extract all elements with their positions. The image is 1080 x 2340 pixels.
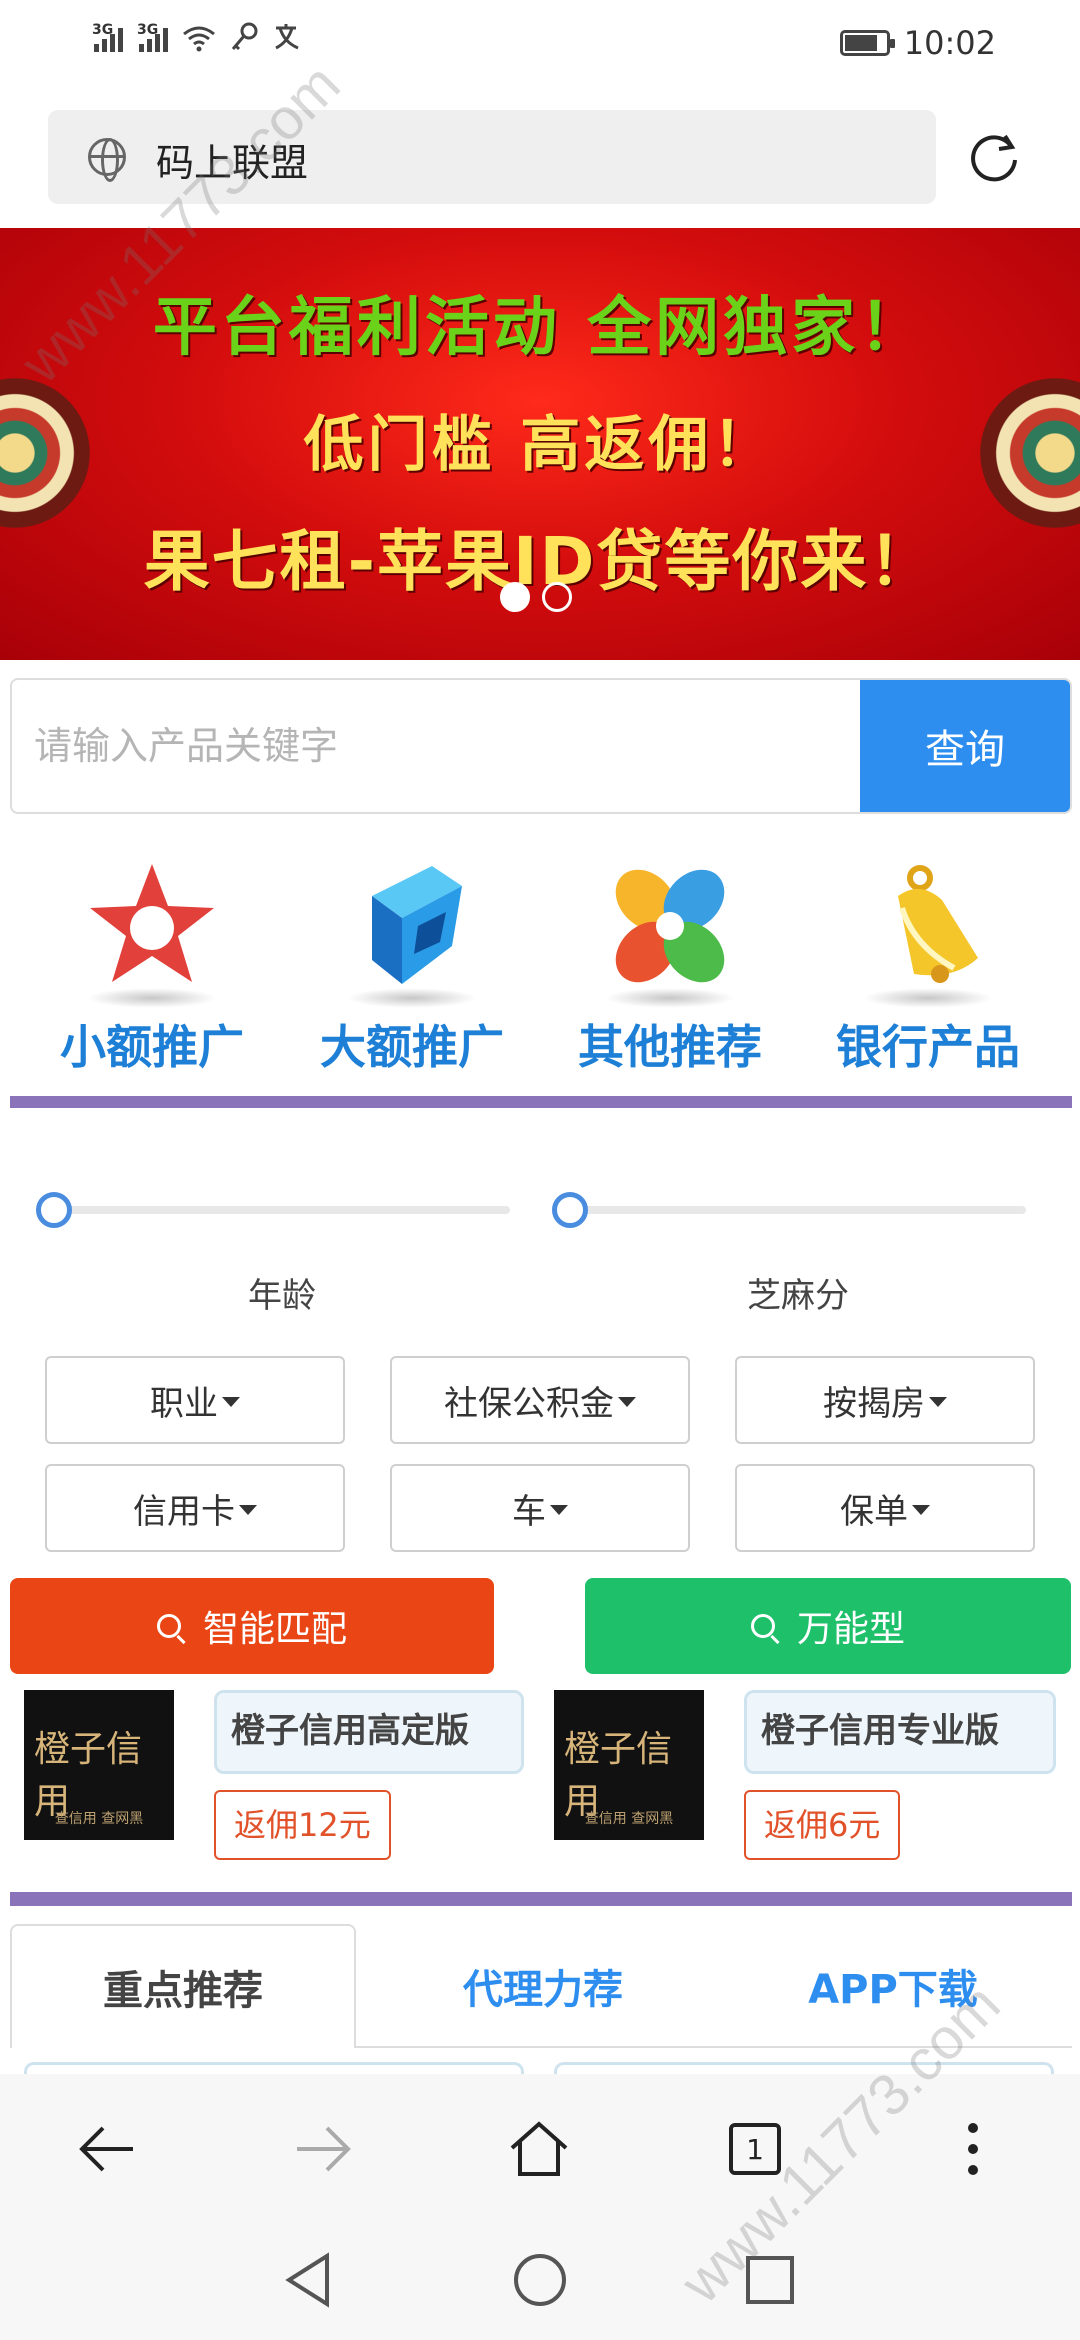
- credit-card-dropdown[interactable]: 信用卡: [45, 1464, 345, 1552]
- banner-subheadline: 低门槛 高返佣！: [303, 410, 777, 480]
- tab-featured[interactable]: 重点推荐: [10, 1924, 356, 2048]
- system-navigation-bar: [0, 2224, 1080, 2340]
- smart-match-button[interactable]: 智能匹配: [10, 1578, 494, 1674]
- category-label: 大额推广: [320, 1020, 504, 1074]
- age-slider[interactable]: [36, 1192, 510, 1228]
- wifi-icon: [183, 26, 215, 52]
- category-bank-products[interactable]: 银行产品: [798, 826, 1058, 1088]
- section-divider: [10, 1892, 1072, 1906]
- status-left-icons: 3G 3G: [92, 22, 302, 52]
- battery-icon: [839, 30, 895, 56]
- golden-bell-icon: [898, 865, 978, 983]
- caret-down-icon: [929, 1397, 947, 1407]
- caret-down-icon: [618, 1397, 636, 1407]
- product-logo-subtext: 查信用 查网黑: [584, 1811, 674, 1827]
- system-home-button[interactable]: [510, 2250, 570, 2310]
- product-rebate[interactable]: 返佣12元: [214, 1790, 391, 1860]
- dropdown-label: 按揭房: [823, 1383, 925, 1424]
- sesame-score-slider-handle[interactable]: [552, 1192, 588, 1228]
- search-icon: [156, 1614, 181, 1638]
- universal-match-button[interactable]: 万能型: [585, 1578, 1071, 1674]
- product-name[interactable]: 橙子信用高定版: [214, 1690, 524, 1774]
- signal-icon: 3G: [92, 22, 123, 52]
- promo-banner[interactable]: 平台福利活动 全网独家！ 低门槛 高返佣！ 果七租-苹果ID贷等你来！: [0, 228, 1080, 660]
- category-grid: 小额推广 大额推广 其他推荐 银行产品: [0, 826, 1080, 1088]
- caret-down-icon: [550, 1505, 568, 1515]
- status-right: 10:02: [839, 24, 996, 62]
- blue-cube-icon: [372, 866, 462, 984]
- search-button[interactable]: 查询: [860, 680, 1070, 812]
- home-icon: [510, 2121, 568, 2176]
- back-arrow-icon: [79, 2126, 133, 2172]
- category-label: 银行产品: [836, 1020, 1020, 1074]
- tab-app-download[interactable]: APP下载: [720, 1924, 1066, 2048]
- sesame-score-slider[interactable]: [552, 1192, 1026, 1228]
- category-large-loans[interactable]: 大额推广: [282, 826, 542, 1088]
- dropdown-label: 保单: [840, 1491, 908, 1532]
- dropdown-label: 信用卡: [133, 1491, 235, 1532]
- insurance-policy-dropdown[interactable]: 保单: [735, 1464, 1035, 1552]
- reload-button[interactable]: [965, 128, 1023, 186]
- category-other[interactable]: 其他推荐: [540, 826, 800, 1088]
- forward-button[interactable]: [288, 2114, 358, 2184]
- product-rebate[interactable]: 返佣6元: [744, 1790, 901, 1860]
- back-button[interactable]: [72, 2114, 142, 2184]
- product-name[interactable]: 橙子信用专业版: [744, 1690, 1056, 1774]
- product-logo[interactable]: 橙子信用 查信用 查网黑: [554, 1690, 704, 1840]
- tab-count: 1: [746, 2132, 764, 2166]
- category-small-loans[interactable]: 小额推广: [22, 826, 282, 1088]
- banner-headline: 平台福利活动 全网独家！: [152, 291, 928, 365]
- product-logo[interactable]: 橙子信用 查信用 查网黑: [24, 1690, 174, 1840]
- carousel-dot-active[interactable]: [500, 582, 530, 612]
- caret-down-icon: [239, 1505, 257, 1515]
- age-slider-handle[interactable]: [36, 1192, 72, 1228]
- caret-down-icon: [222, 1397, 240, 1407]
- mortgage-dropdown[interactable]: 按揭房: [735, 1356, 1035, 1444]
- colorful-flower-icon: [615, 869, 725, 983]
- dropdown-label: 车: [512, 1491, 546, 1532]
- search-input[interactable]: [12, 680, 864, 812]
- social-security-dropdown[interactable]: 社保公积金: [390, 1356, 690, 1444]
- age-label: 年龄: [248, 1276, 316, 1316]
- more-menu-button[interactable]: [938, 2114, 1008, 2184]
- more-vertical-icon: [968, 2123, 978, 2175]
- network-type-1: 3G: [92, 22, 114, 38]
- carousel-indicator: [500, 582, 572, 612]
- translate-icon: [275, 24, 299, 50]
- nav-home-icon: [514, 2254, 566, 2306]
- forward-arrow-icon: [297, 2126, 351, 2172]
- universal-match-label: 万能型: [796, 1609, 905, 1650]
- clock: 10:02: [903, 24, 996, 62]
- key-icon: [231, 22, 258, 51]
- caret-down-icon: [912, 1505, 930, 1515]
- section-divider: [10, 1096, 1072, 1108]
- home-button[interactable]: [504, 2114, 574, 2184]
- globe-icon: [88, 138, 126, 182]
- tab-agent-picks[interactable]: 代理力荐: [370, 1924, 716, 2048]
- search-icon: [750, 1614, 775, 1638]
- dropdown-label: 职业: [150, 1383, 218, 1424]
- status-bar: 3G 3G 10:02: [0, 0, 1080, 90]
- dropdown-label: 社保公积金: [444, 1383, 614, 1424]
- category-label: 其他推荐: [578, 1020, 762, 1074]
- carousel-dot[interactable]: [542, 582, 572, 612]
- product-logo-subtext: 查信用 查网黑: [54, 1811, 144, 1827]
- product-search: 查询: [10, 678, 1072, 814]
- reload-icon: [971, 134, 1017, 182]
- network-type-2: 3G: [137, 22, 159, 38]
- car-dropdown[interactable]: 车: [390, 1464, 690, 1552]
- smart-match-label: 智能匹配: [202, 1609, 347, 1650]
- category-label: 小额推广: [60, 1020, 244, 1074]
- signal-icon: 3G: [137, 22, 168, 52]
- occupation-dropdown[interactable]: 职业: [45, 1356, 345, 1444]
- nav-back-icon: [285, 2252, 329, 2308]
- sesame-score-label: 芝麻分: [747, 1276, 849, 1316]
- red-star-icon: [90, 864, 214, 982]
- system-back-button[interactable]: [278, 2250, 338, 2310]
